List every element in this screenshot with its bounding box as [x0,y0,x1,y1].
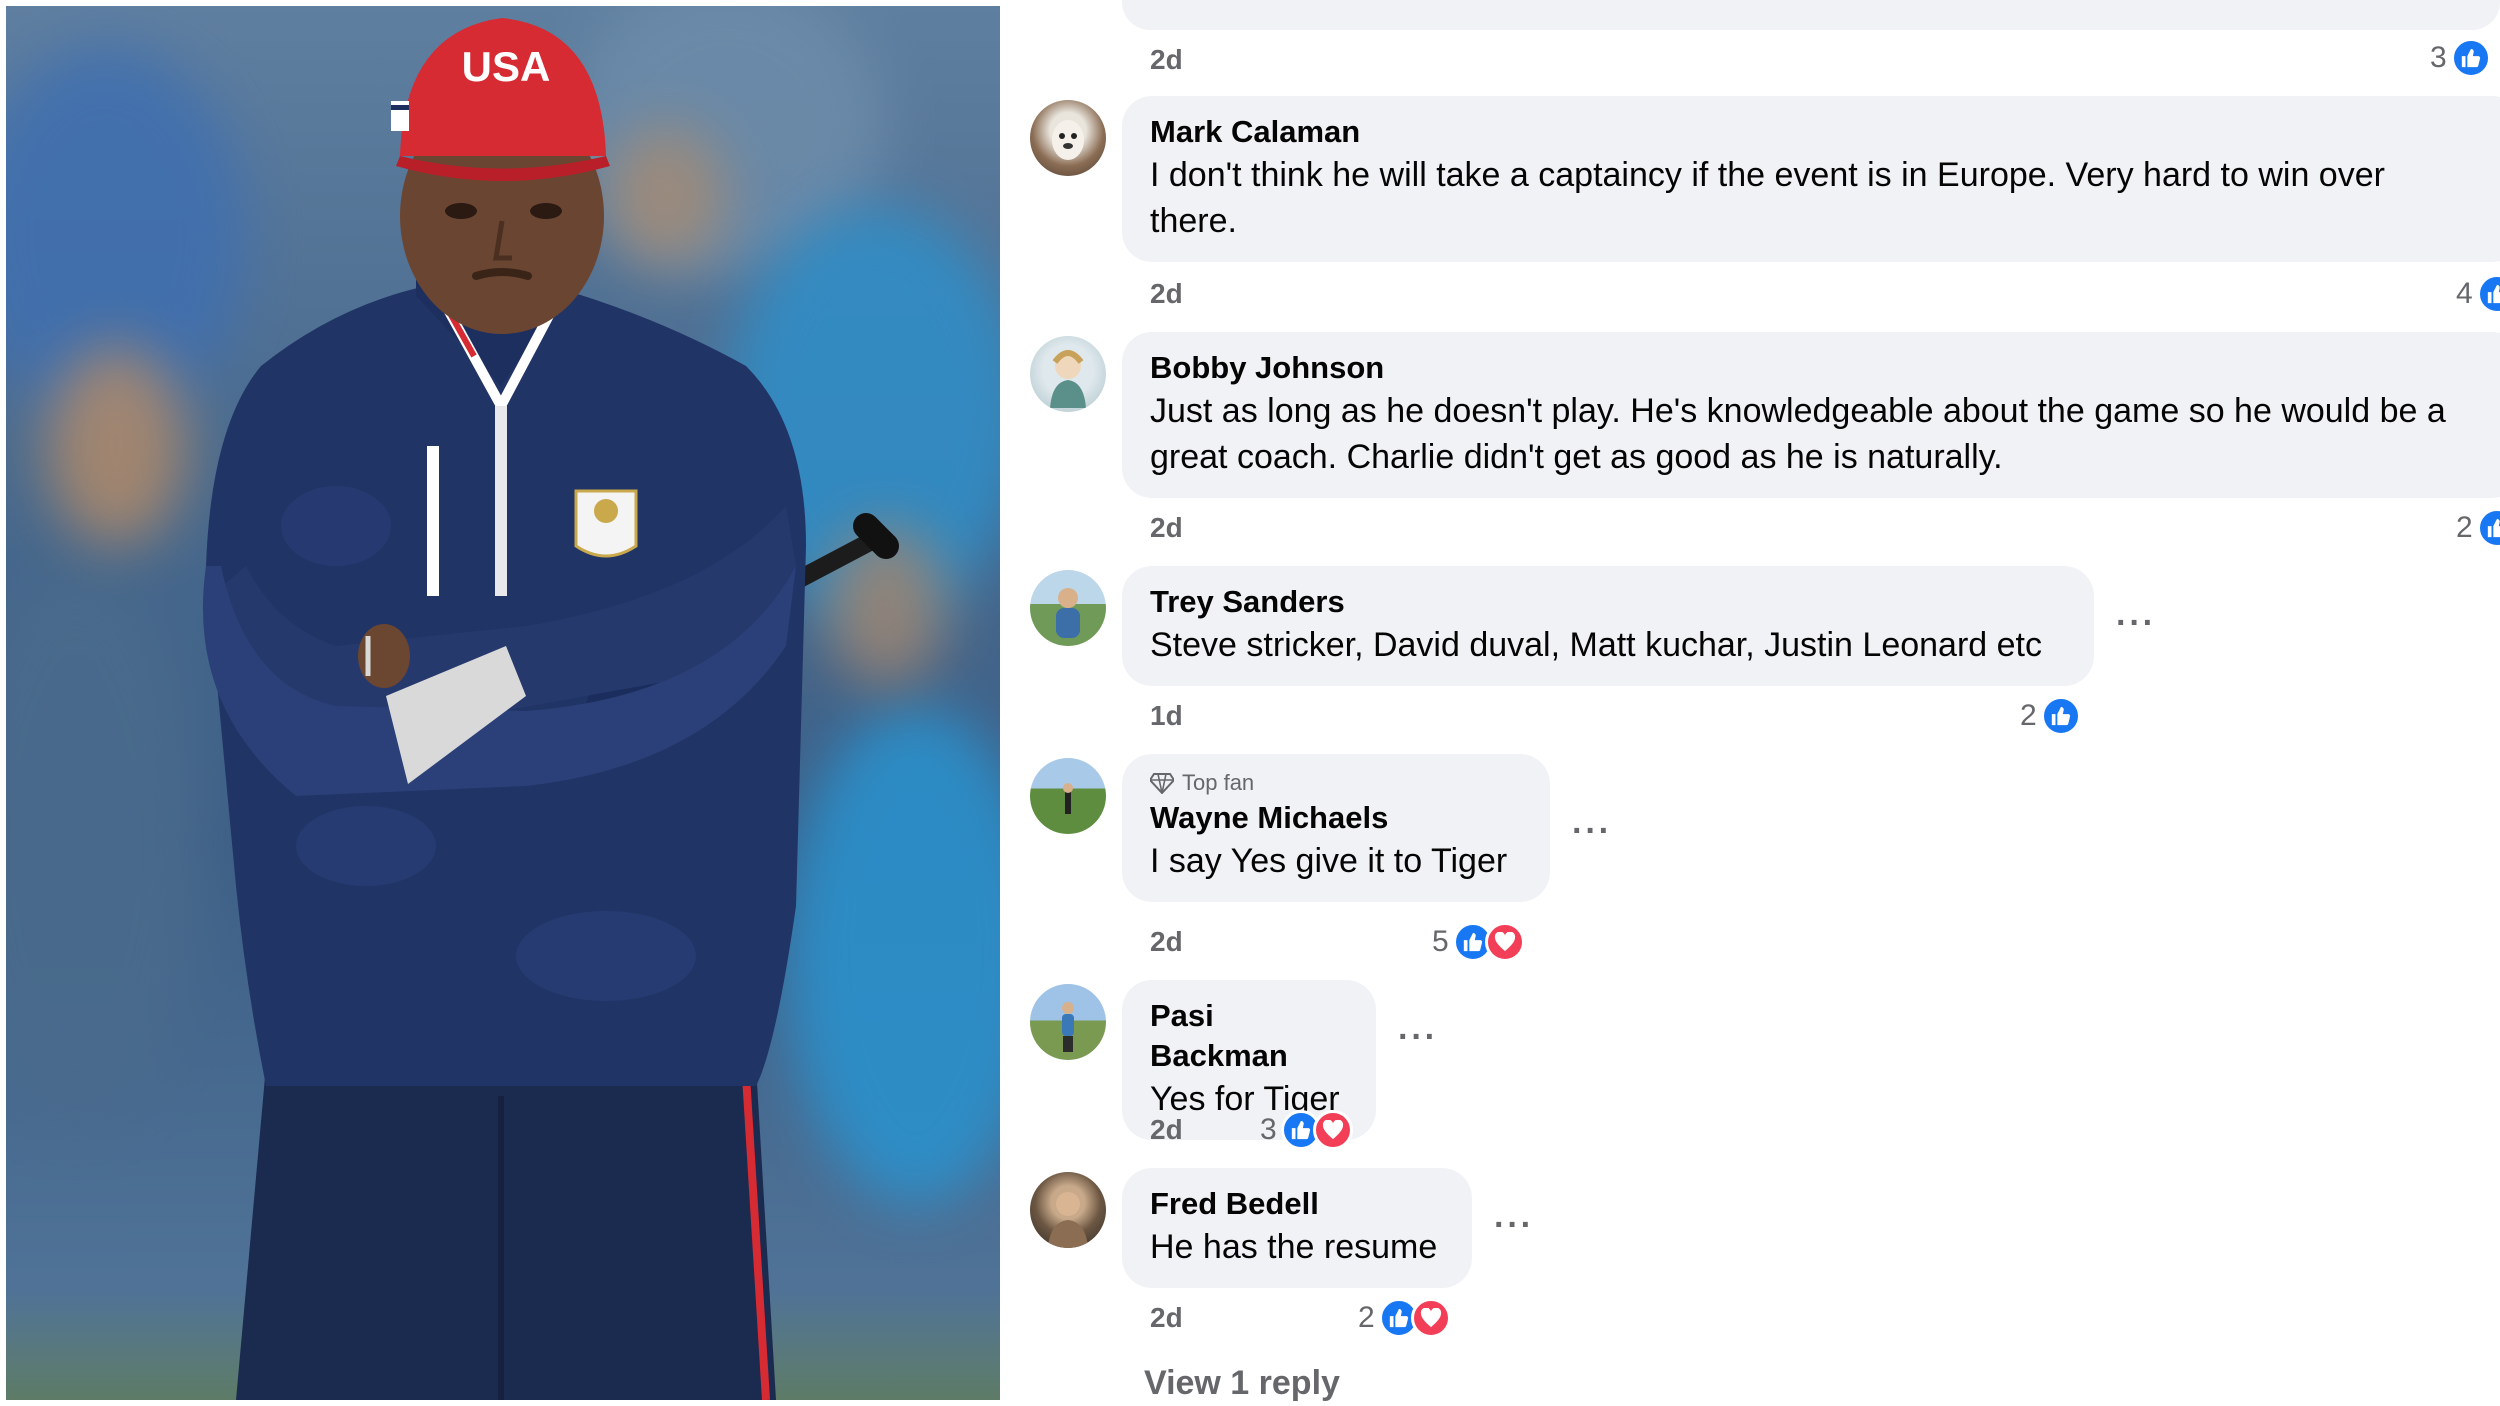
love-reaction-icon [1484,922,1525,962]
reaction-count: 3 [2430,41,2447,74]
comment-text: Steve stricker, David duval, Matt kuchar… [1150,626,2042,664]
avatar-fred-bedell[interactable] [1030,1172,1106,1248]
comment-time[interactable]: 2d [1150,278,1183,310]
top-fan-label: Top fan [1182,770,1255,795]
previous-comment-bubble [1004,0,2500,30]
comment-author[interactable]: Trey Sanders [1150,582,2066,622]
avatar-wayne-michaels[interactable] [1030,758,1106,834]
reaction-count: 2 [2456,511,2473,544]
comment-time[interactable]: 2d [1150,44,1183,76]
love-reaction-icon [1312,1110,1353,1150]
reaction-count: 4 [2456,277,2473,310]
love-reaction-icon [1410,1298,1451,1338]
avatar-pasi-backman[interactable] [1030,984,1106,1060]
avatar-mark-calaman[interactable] [1030,100,1106,176]
comment-time[interactable]: 2d [1150,1114,1183,1146]
reaction-summary[interactable]: 3 [2430,36,2491,80]
golfer-avatar-icon [1056,588,1080,638]
cap-logo-text: USA [462,43,551,90]
comment-bubble: Fred Bedell He has the resume [1122,1168,1472,1288]
comment-time[interactable]: 2d [1150,926,1183,958]
comment-bubble: Top fan Wayne Michaels I say Yes give it… [1122,754,1550,902]
avatar-trey-sanders[interactable] [1030,570,1106,646]
reaction-summary[interactable]: 3 [1260,1108,1353,1152]
comment-text: there. [1150,202,1237,240]
comment-time[interactable]: 2d [1150,1302,1183,1334]
comment-text: I don't think he will take a captaincy i… [1150,156,2385,194]
diamond-icon [1150,773,1174,794]
reaction-count: 2 [2020,699,2037,732]
top-fan-badge: Top fan [1150,768,1522,798]
comment-bubble: Bobby Johnson Just as long as he doesn't… [1122,332,2500,498]
tiger-woods-photo: USA [6,6,1000,1400]
comment-bubble: Mark Calaman I don't think he will take … [1122,96,2500,262]
more-options-icon[interactable]: ··· [1398,1018,1438,1057]
reaction-count: 2 [1358,1301,1375,1334]
like-reaction-icon [2476,274,2500,314]
reaction-summary[interactable]: 5 [1432,920,1525,964]
facebook-comments-panel: 2d 3 Mark Calaman I don't think he will … [1004,0,2500,1406]
more-options-icon[interactable]: ··· [2116,604,2156,643]
reaction-summary[interactable]: 2 [2456,506,2500,550]
reaction-summary[interactable]: 4 [2456,272,2500,316]
comment-text: I say Yes give it to Tiger [1150,842,1508,880]
comment-author[interactable]: Fred Bedell [1150,1184,1444,1224]
comment-bubble: Trey Sanders Steve stricker, David duval… [1122,566,2094,686]
dog-avatar-icon [1052,120,1084,160]
golfer-swing-avatar-icon [1062,1002,1074,1052]
golf-course-avatar-icon [1063,783,1073,814]
portrait-avatar-icon [1048,1192,1088,1248]
reaction-count: 5 [1432,925,1449,958]
comment-author[interactable]: Pasi Backman [1150,996,1348,1076]
comment-text: great coach. Charlie didn't get as good … [1150,438,2003,476]
comment-author[interactable]: Bobby Johnson [1150,348,2494,388]
comment-time[interactable]: 2d [1150,512,1183,544]
more-options-icon[interactable]: ··· [1494,1206,1534,1245]
comment-text: He has the resume [1150,1228,1438,1266]
view-replies-link[interactable]: View 1 reply [1144,1364,1340,1403]
reaction-summary[interactable]: 2 [2020,694,2081,738]
comment-author[interactable]: Mark Calaman [1150,112,2494,152]
golfer-figure: USA [202,18,899,1400]
like-reaction-icon [2450,38,2491,78]
more-options-icon[interactable]: ··· [1572,812,1612,851]
comment-time[interactable]: 1d [1150,700,1183,732]
cartoon-avatar-icon [1050,350,1086,408]
like-reaction-icon [2476,508,2500,548]
reaction-summary[interactable]: 2 [1358,1296,1451,1340]
avatar-bobby-johnson[interactable] [1030,336,1106,412]
reaction-count: 3 [1260,1113,1277,1146]
like-reaction-icon [2040,696,2081,736]
comment-text: Just as long as he doesn't play. He's kn… [1150,392,2446,430]
comment-author[interactable]: Wayne Michaels [1150,798,1522,838]
